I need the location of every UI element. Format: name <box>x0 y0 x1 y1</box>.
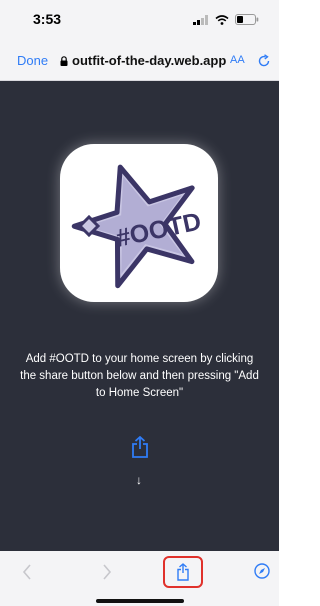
instructions-text: Add #OOTD to your home screen by clickin… <box>20 353 259 399</box>
down-arrow-icon: ↓ <box>136 473 142 487</box>
status-time: 3:53 <box>33 11 62 27</box>
url-text[interactable]: outfit-of-the-day.web.app <box>72 53 226 68</box>
done-button[interactable]: Done <box>17 53 48 68</box>
share-icon <box>132 436 148 458</box>
page-content: #OOTD Add #OOTD to your home screen by c… <box>0 81 279 551</box>
wifi-icon <box>215 14 229 25</box>
compass-icon[interactable] <box>254 563 270 579</box>
forward-icon[interactable] <box>102 564 112 580</box>
browser-toolbar <box>0 551 279 606</box>
home-indicator <box>96 599 184 603</box>
browser-address-bar: Done outfit-of-the-day.web.app AA <box>0 42 279 81</box>
share-icon <box>177 563 189 581</box>
ootd-star-logo: #OOTD <box>71 164 204 289</box>
reload-icon[interactable] <box>257 54 271 68</box>
status-bar: 3:53 <box>0 0 279 42</box>
back-icon[interactable] <box>22 564 32 580</box>
status-icons <box>193 14 259 25</box>
app-icon: #OOTD <box>60 144 218 302</box>
text-size-button[interactable]: AA <box>230 54 245 66</box>
share-button[interactable] <box>163 556 203 588</box>
battery-icon <box>235 14 259 25</box>
lock-icon <box>60 56 68 66</box>
signal-icon <box>193 14 208 25</box>
